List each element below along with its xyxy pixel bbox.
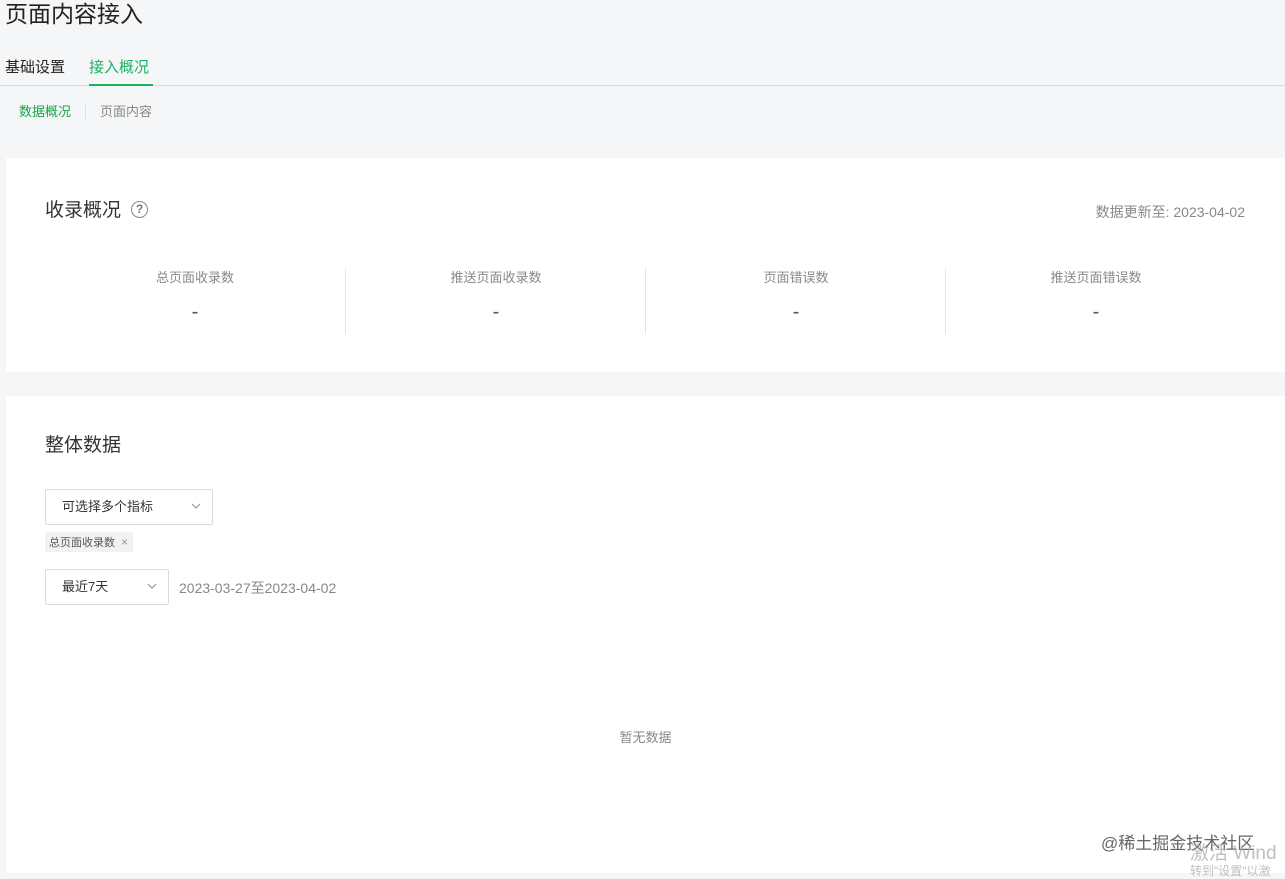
stat-value: - bbox=[191, 301, 199, 323]
stat-total-pages-indexed: 总页面收录数 - bbox=[45, 268, 345, 334]
chevron-down-icon bbox=[147, 583, 157, 589]
date-range-select[interactable]: 最近7天 bbox=[45, 569, 169, 605]
overview-title: 收录概况 bbox=[45, 200, 122, 221]
metric-select-placeholder: 可选择多个指标 bbox=[62, 499, 154, 514]
stat-pushed-pages-indexed: 推送页面收录数 - bbox=[345, 268, 646, 334]
subtab-data-overview[interactable]: 数据概况 bbox=[19, 102, 71, 122]
stat-label: 总页面收录数 bbox=[155, 270, 234, 285]
subtab-divider bbox=[85, 105, 87, 119]
update-time: 数据更新至: 2023-04-02 bbox=[1095, 204, 1245, 220]
stat-value: - bbox=[792, 301, 800, 323]
metric-select[interactable]: 可选择多个指标 bbox=[45, 489, 213, 525]
overall-title: 整体数据 bbox=[45, 435, 122, 456]
windows-activation-subtitle: 转到"设置"以激 bbox=[1190, 864, 1271, 878]
chevron-down-icon bbox=[191, 503, 201, 509]
subtab-page-content[interactable]: 页面内容 bbox=[100, 102, 152, 122]
date-range-select-value: 最近7天 bbox=[62, 579, 109, 594]
selected-metric-tag: 总页面收录数 × bbox=[45, 532, 134, 552]
windows-activation-title: 激活 Wind bbox=[1190, 843, 1277, 864]
sub-tabs: 数据概况 页面内容 bbox=[19, 102, 152, 122]
stat-page-errors: 页面错误数 - bbox=[645, 268, 946, 334]
question-circle-icon[interactable]: ? bbox=[131, 201, 148, 218]
stat-pushed-page-errors: 推送页面错误数 - bbox=[945, 268, 1246, 334]
tab-access-overview[interactable]: 接入概况 bbox=[89, 58, 149, 78]
active-tab-indicator bbox=[89, 84, 153, 86]
stat-value: - bbox=[1092, 301, 1100, 323]
page-title: 页面内容接入 bbox=[5, 1, 143, 27]
tab-basic-settings[interactable]: 基础设置 bbox=[5, 58, 65, 78]
close-icon[interactable]: × bbox=[121, 536, 128, 548]
overview-card: 收录概况 ? 数据更新至: 2023-04-02 总页面收录数 - 推送页面收录… bbox=[6, 158, 1285, 372]
date-range-text: 2023-03-27至2023-04-02 bbox=[179, 580, 337, 596]
stat-label: 推送页面错误数 bbox=[1050, 270, 1142, 285]
stat-label: 推送页面收录数 bbox=[450, 270, 542, 285]
stat-value: - bbox=[492, 301, 500, 323]
overall-data-card: 整体数据 可选择多个指标 总页面收录数 × 最近7天 2023-03-27至20… bbox=[6, 396, 1285, 873]
main-tabs: 基础设置 接入概况 bbox=[0, 48, 1285, 86]
empty-state-text: 暂无数据 bbox=[619, 730, 672, 745]
stat-label: 页面错误数 bbox=[763, 270, 829, 285]
tag-label: 总页面收录数 bbox=[49, 537, 115, 549]
